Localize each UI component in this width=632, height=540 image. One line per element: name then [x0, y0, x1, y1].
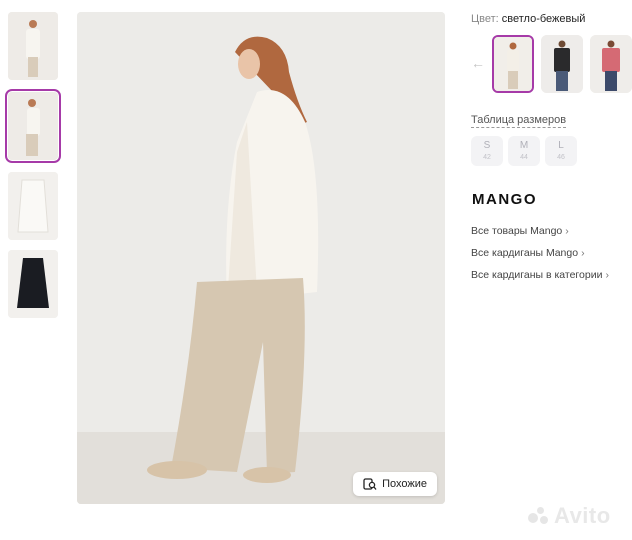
size-label: S	[483, 140, 491, 151]
color-info: Цвет: светло-бежевый	[471, 13, 585, 25]
thumbnail-2[interactable]	[5, 89, 61, 163]
swatch-pink-image	[590, 35, 632, 93]
swatch-prev-arrow-icon[interactable]: ←	[471, 55, 485, 71]
size-table-link[interactable]: Таблица размеров	[471, 114, 567, 128]
link-all-mango-items[interactable]: Все товары Mango ›	[471, 225, 569, 237]
size-sub: 46	[557, 154, 565, 161]
thumbnail-2-image	[8, 92, 58, 160]
thumbnail-1[interactable]	[8, 12, 58, 80]
thumbnail-1-image	[8, 12, 58, 80]
similar-search-icon	[363, 477, 377, 490]
similar-button-label: Похожие	[382, 478, 427, 490]
size-chip-m[interactable]: M 44	[508, 136, 540, 166]
link-all-mango-cardigans[interactable]: Все кардиганы Mango ›	[471, 247, 585, 259]
thumbnail-3-image	[8, 172, 58, 240]
swatch-pink[interactable]	[590, 35, 632, 93]
thumbnail-3[interactable]	[8, 172, 58, 240]
size-label: L	[558, 140, 564, 151]
color-label: Цвет:	[471, 13, 499, 25]
swatch-black-image	[541, 35, 583, 93]
brand-logo[interactable]: MANGO	[472, 191, 537, 208]
thumbnail-4-image	[8, 250, 58, 318]
size-chip-l[interactable]: L 46	[545, 136, 577, 166]
avito-watermark-text: Avito	[554, 503, 611, 528]
size-sub: 42	[483, 154, 491, 161]
avito-logo-icon	[528, 507, 550, 525]
avito-watermark: Avito	[528, 503, 611, 529]
link-all-cardigans-category[interactable]: Все кардиганы в категории ›	[471, 269, 609, 281]
link-label: Все кардиганы Mango	[471, 247, 579, 259]
size-label: M	[519, 140, 529, 151]
swatch-light-beige-image	[494, 37, 532, 91]
chevron-right-icon: ›	[581, 247, 585, 259]
link-label: Все кардиганы в категории	[471, 269, 603, 281]
size-chip-s[interactable]: S 42	[471, 136, 503, 166]
link-label: Все товары Mango	[471, 225, 563, 237]
model-illustration	[77, 12, 445, 504]
chevron-right-icon: ›	[605, 269, 609, 281]
thumbnail-4[interactable]	[8, 250, 58, 318]
swatch-black[interactable]	[541, 35, 583, 93]
similar-button[interactable]: Похожие	[353, 472, 437, 496]
swatch-light-beige[interactable]	[492, 35, 534, 93]
main-product-photo[interactable]: Похожие	[77, 12, 445, 504]
size-sub: 44	[520, 154, 528, 161]
color-value: светло-бежевый	[501, 13, 586, 25]
chevron-right-icon: ›	[565, 225, 569, 237]
